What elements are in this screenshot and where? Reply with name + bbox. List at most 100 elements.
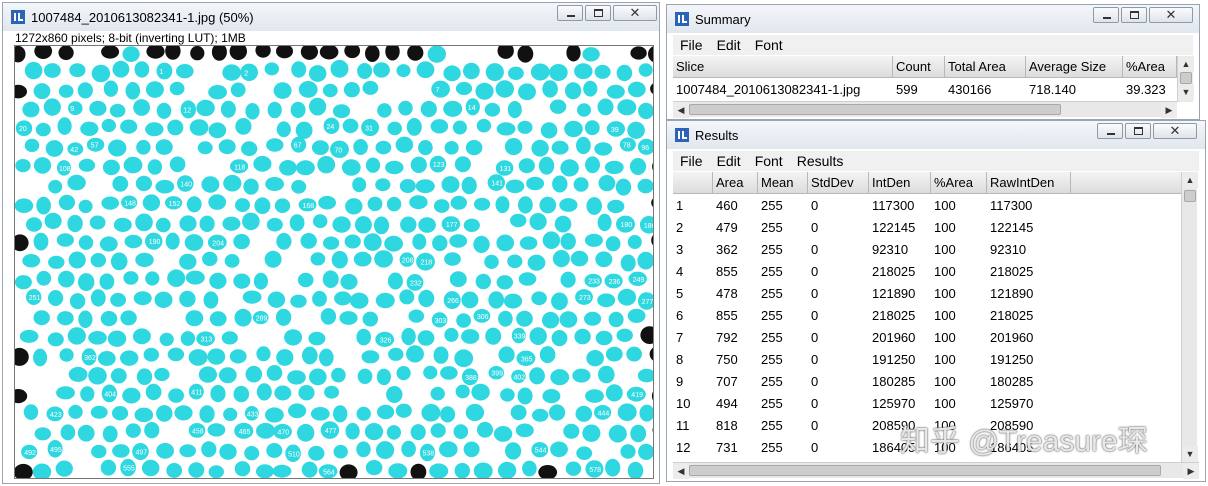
particle xyxy=(90,289,106,307)
particle-label: 249 xyxy=(633,277,645,284)
minimize-button[interactable] xyxy=(1093,7,1119,23)
menu-edit[interactable]: Edit xyxy=(710,153,748,169)
particle xyxy=(522,460,537,477)
particle xyxy=(198,366,217,383)
particle-label: 14 xyxy=(468,105,476,112)
column-header-total-area[interactable]: Total Area xyxy=(945,56,1026,78)
particle xyxy=(136,368,153,386)
scroll-right-arrow-icon[interactable]: ▶ xyxy=(1161,102,1177,118)
menu-edit[interactable]: Edit xyxy=(710,37,748,53)
particle xyxy=(78,158,96,172)
particle xyxy=(267,291,286,308)
particle xyxy=(573,177,589,192)
scrollbar-thumb[interactable] xyxy=(689,104,1061,115)
minimize-button[interactable] xyxy=(1097,123,1123,139)
menu-file[interactable]: File xyxy=(673,153,710,169)
summary-titlebar[interactable]: Summary ✕ xyxy=(667,5,1199,33)
particle xyxy=(616,328,633,342)
particle xyxy=(345,422,360,440)
scrollbar-thumb[interactable] xyxy=(1184,190,1196,202)
particle xyxy=(110,368,127,384)
column-header-area-percent[interactable]: %Area xyxy=(1123,56,1177,78)
particle xyxy=(33,310,50,326)
column-header-count[interactable]: Count xyxy=(893,56,945,78)
column-header-rawintden[interactable]: RawIntDen xyxy=(987,172,1071,194)
particle xyxy=(60,424,76,441)
results-cell-rawintden: 125970 xyxy=(990,396,1034,411)
menu-font[interactable]: Font xyxy=(748,153,790,169)
scroll-right-arrow-icon[interactable]: ▶ xyxy=(1183,463,1199,479)
particle xyxy=(418,289,435,308)
close-button[interactable]: ✕ xyxy=(1149,7,1193,23)
particle-label: 433 xyxy=(247,411,259,418)
scroll-down-arrow-icon[interactable]: ▼ xyxy=(1182,446,1198,462)
column-header-area[interactable]: Area xyxy=(713,172,758,194)
close-button[interactable]: ✕ xyxy=(1153,123,1197,139)
scroll-up-arrow-icon[interactable]: ▲ xyxy=(1182,172,1198,188)
column-header-slice[interactable]: Slice xyxy=(673,56,893,78)
image-window-titlebar[interactable]: 1007484_2010613082341-1.jpg (50%) ✕ xyxy=(3,3,659,31)
particle xyxy=(319,348,334,367)
particle xyxy=(234,308,252,327)
summary-horizontal-scrollbar[interactable]: ◀ ▶ xyxy=(673,101,1177,118)
particle xyxy=(100,311,118,327)
results-cell-area-percent: 100 xyxy=(934,264,956,279)
particle xyxy=(410,156,427,173)
particle xyxy=(559,311,578,328)
particle xyxy=(406,345,424,363)
maximize-button[interactable] xyxy=(1125,123,1151,139)
particle-label: 180 xyxy=(621,222,633,229)
scroll-up-arrow-icon[interactable]: ▲ xyxy=(1178,56,1194,72)
maximize-button[interactable] xyxy=(585,5,611,21)
particle xyxy=(398,100,413,116)
scroll-left-arrow-icon[interactable]: ◀ xyxy=(673,102,689,118)
particle xyxy=(310,407,330,421)
particle xyxy=(33,348,48,367)
scroll-down-arrow-icon[interactable]: ▼ xyxy=(1178,84,1194,100)
edge-particle xyxy=(344,46,361,59)
column-header-row-number[interactable] xyxy=(673,172,713,194)
results-cell-row-number: 1 xyxy=(676,198,684,213)
results-horizontal-scrollbar[interactable]: ◀ ▶ xyxy=(673,462,1199,479)
particle xyxy=(203,291,219,309)
maximize-button[interactable] xyxy=(1121,7,1147,23)
scrollbar-thumb[interactable] xyxy=(1180,72,1192,84)
column-header-average-size[interactable]: Average Size xyxy=(1026,56,1123,78)
particle-label: 78 xyxy=(623,143,631,150)
menu-results[interactable]: Results xyxy=(790,153,851,169)
results-cell-stddev: 0 xyxy=(811,220,819,235)
column-header-area-percent[interactable]: %Area xyxy=(931,172,987,194)
particle xyxy=(538,156,555,175)
particle xyxy=(475,273,491,290)
column-header-intden[interactable]: IntDen xyxy=(869,172,931,194)
edge-particle xyxy=(339,464,358,478)
particle xyxy=(627,121,645,139)
scrollbar-thumb[interactable] xyxy=(689,465,1161,476)
close-button[interactable]: ✕ xyxy=(613,5,657,21)
results-vertical-scrollbar[interactable]: ▲ ▼ xyxy=(1181,172,1198,462)
scroll-left-arrow-icon[interactable]: ◀ xyxy=(673,463,689,479)
results-titlebar[interactable]: Results ✕ xyxy=(667,121,1205,149)
particle xyxy=(529,327,547,345)
image-canvas[interactable]: 1 2 7 9 12 14 20 24 31 39 42 57 67 70 78 96 108 118 123 131… xyxy=(14,45,654,479)
menu-font[interactable]: Font xyxy=(748,37,790,53)
summary-vertical-scrollbar[interactable]: ▲ ▼ xyxy=(1177,56,1194,102)
results-cell-intden: 218025 xyxy=(872,308,916,323)
edge-particle xyxy=(245,478,259,479)
particle xyxy=(273,82,292,99)
particle xyxy=(440,406,456,423)
column-header-stddev[interactable]: StdDev xyxy=(808,172,869,194)
results-cell-row-number: 9 xyxy=(676,374,684,389)
particle xyxy=(474,197,491,211)
edge-particle xyxy=(410,463,427,478)
menu-file[interactable]: File xyxy=(673,37,710,53)
particle xyxy=(218,139,236,155)
minimize-button[interactable] xyxy=(557,5,583,21)
particle xyxy=(123,156,143,174)
column-header-mean[interactable]: Mean xyxy=(758,172,808,194)
particle xyxy=(604,160,624,175)
particle xyxy=(58,270,75,288)
particle xyxy=(300,233,317,249)
particle xyxy=(597,213,612,232)
summary-table[interactable]: Slice Count Total Area Average Size %Are… xyxy=(673,56,1194,102)
